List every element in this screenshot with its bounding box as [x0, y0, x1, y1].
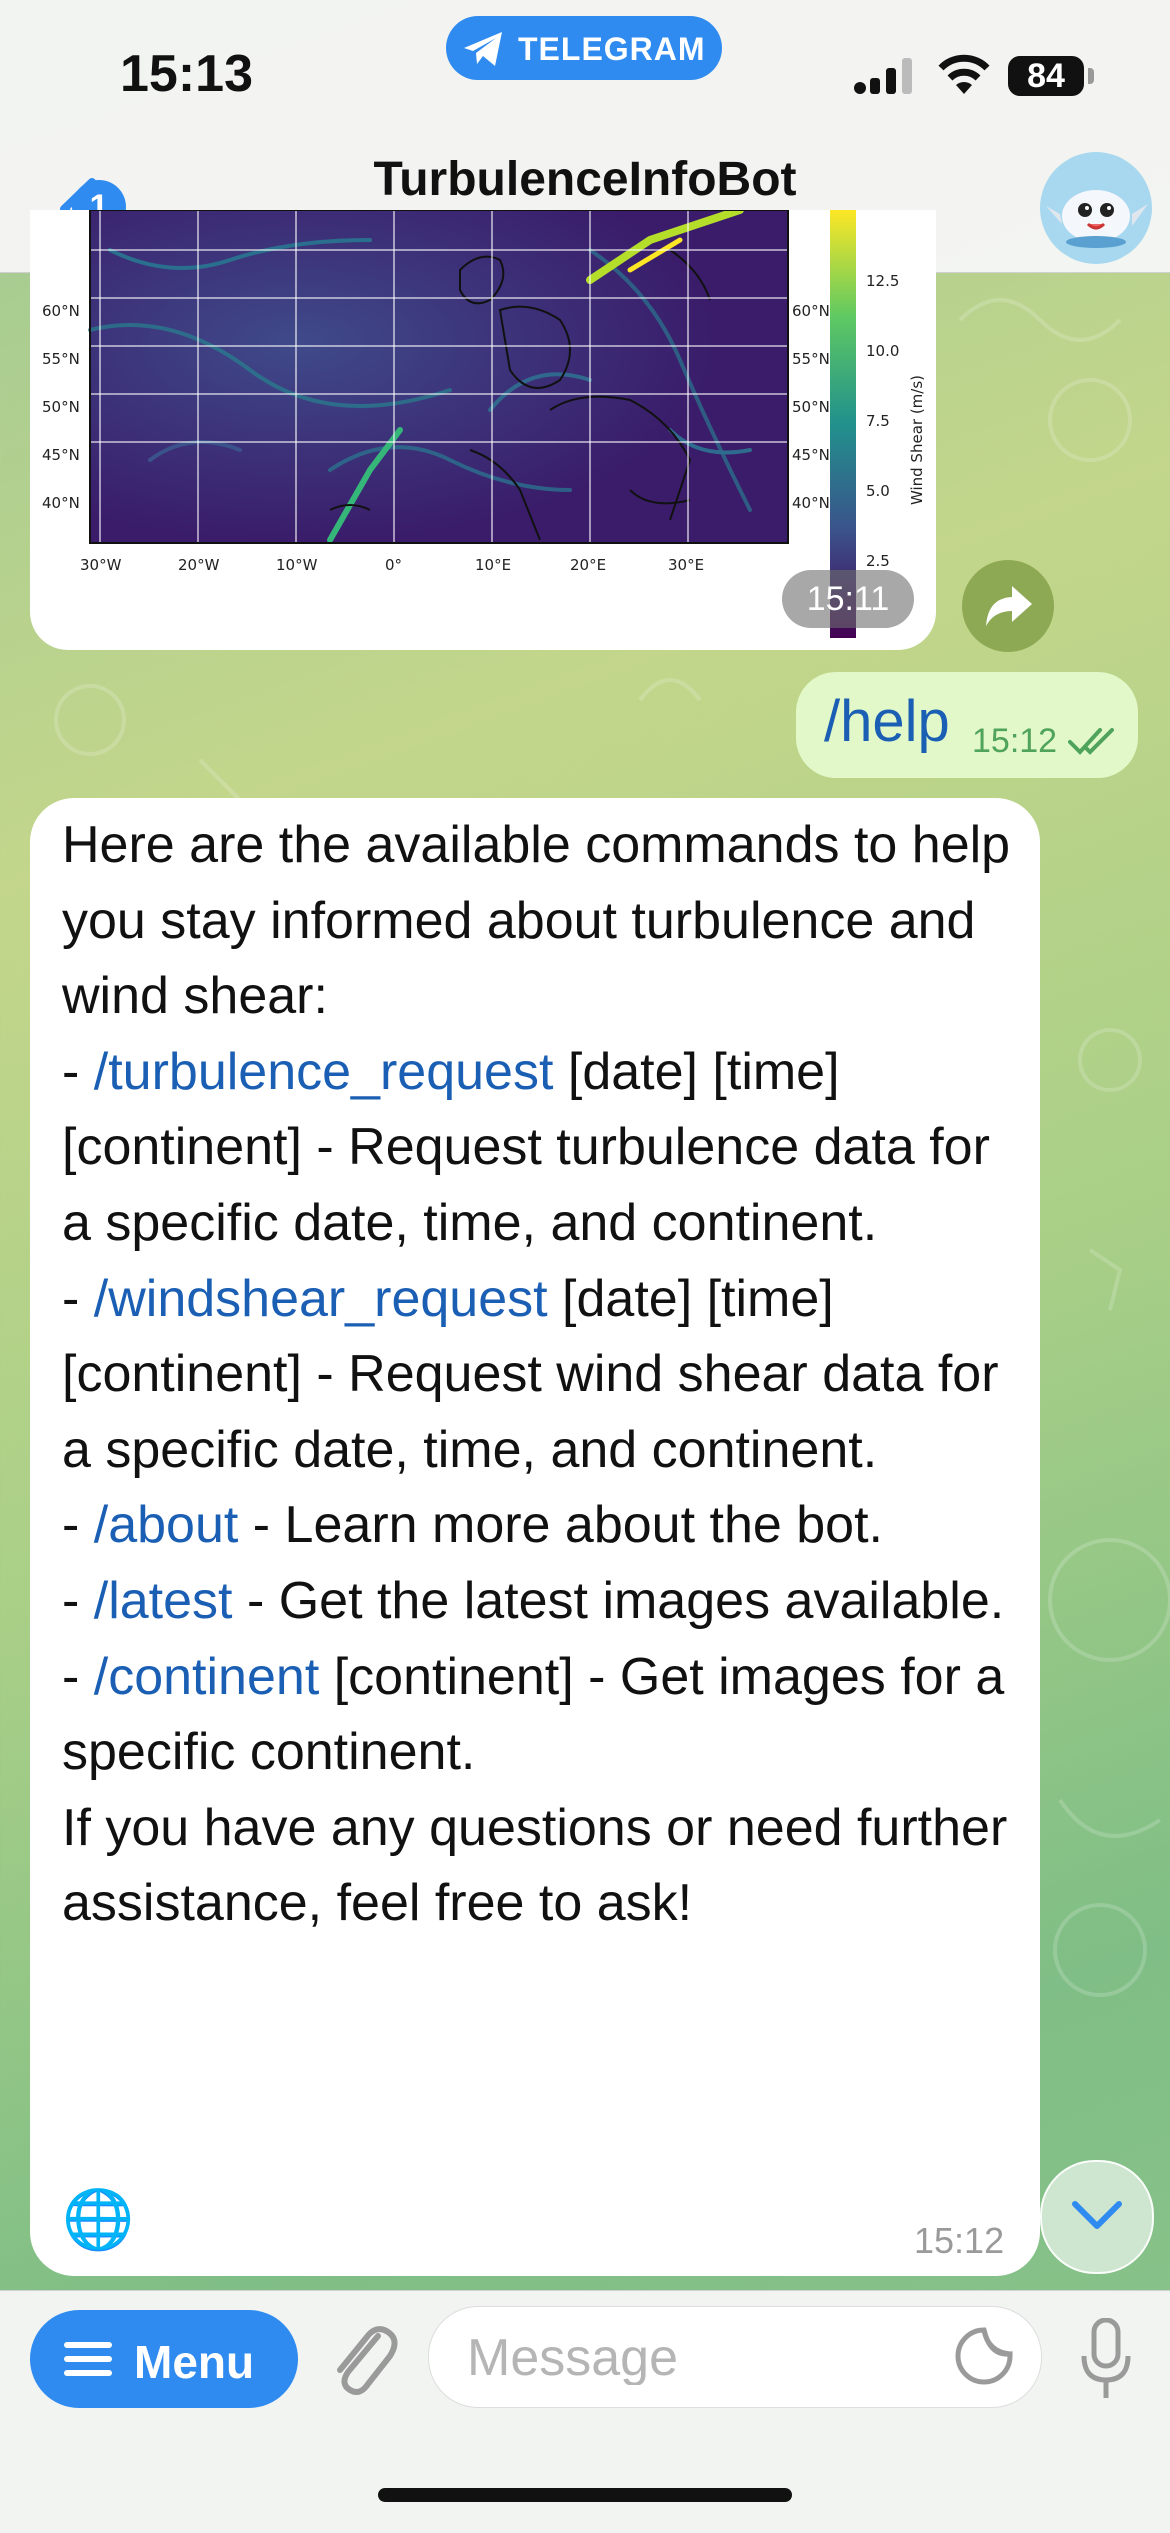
lon-label: 0°: [385, 556, 402, 574]
battery-indicator: 84: [1008, 56, 1084, 96]
outgoing-timestamp: 15:12: [972, 722, 1058, 760]
lat-label-right: 50°N: [792, 398, 830, 416]
colorbar-tick: 5.0: [866, 482, 890, 500]
incoming-timestamp: 15:12: [914, 2220, 1005, 2261]
battery-tip: [1088, 68, 1094, 84]
colorbar-tick: 7.5: [866, 412, 890, 430]
lat-label-right: 60°N: [792, 302, 830, 320]
message-field[interactable]: [428, 2306, 1042, 2408]
scroll-to-bottom-button[interactable]: [1040, 2160, 1154, 2274]
message-input[interactable]: [465, 2331, 949, 2385]
lon-label: 20°W: [178, 556, 220, 574]
telegram-return-pill[interactable]: TELEGRAM: [446, 16, 722, 80]
lat-label: 60°N: [42, 302, 80, 320]
lon-label: 10°E: [475, 556, 511, 574]
lon-label: 30°E: [668, 556, 704, 574]
home-indicator: [378, 2488, 792, 2502]
lat-label: 55°N: [42, 350, 80, 368]
outgoing-message-text[interactable]: /help: [824, 688, 950, 755]
double-check-icon: [1068, 728, 1114, 755]
bot-avatar[interactable]: [1040, 152, 1152, 264]
globe-emoji: 🌐: [62, 2187, 135, 2252]
wifi-icon: [938, 54, 990, 94]
command-link-continent[interactable]: /continent: [94, 1648, 320, 1706]
colorbar-tick: 2.5: [866, 552, 890, 570]
cellular-signal-icon: [854, 58, 912, 94]
lat-label-right: 45°N: [792, 446, 830, 464]
microphone-icon[interactable]: [1080, 2318, 1132, 2402]
menu-button[interactable]: Menu: [30, 2310, 298, 2408]
lat-label-right: 40°N: [792, 494, 830, 512]
chat-title[interactable]: TurbulenceInfoBot: [0, 152, 1170, 207]
colorbar-tick: 10.0: [866, 342, 899, 360]
lon-label: 30°W: [80, 556, 122, 574]
menu-label: Menu: [134, 2336, 255, 2388]
lon-label: 10°W: [276, 556, 318, 574]
forward-button[interactable]: [962, 560, 1054, 652]
telegram-pill-label: TELEGRAM: [518, 31, 706, 67]
colorbar-tick: 12.5: [866, 272, 899, 290]
share-arrow-icon: [986, 586, 1032, 626]
command-link-about[interactable]: /about: [94, 1496, 239, 1554]
incoming-message-text: Here are the available commands to help …: [62, 808, 1022, 1942]
command-link-turbulence_request[interactable]: /turbulence_request: [94, 1043, 554, 1101]
lat-label: 50°N: [42, 398, 80, 416]
lon-label: 20°E: [570, 556, 606, 574]
command-link-latest[interactable]: /latest: [94, 1572, 233, 1630]
telegram-plane-icon: [464, 32, 502, 66]
command-link-windshear_request[interactable]: /windshear_request: [94, 1270, 548, 1328]
chevron-down-icon: [1072, 2201, 1122, 2229]
image-timestamp: 15:11: [782, 570, 914, 628]
hamburger-icon: [64, 2342, 112, 2376]
lat-label: 40°N: [42, 494, 80, 512]
colorbar-label: Wind Shear (m/s): [908, 375, 926, 505]
lat-label-right: 55°N: [792, 350, 830, 368]
status-bar: 15:13 TELEGRAM 84: [0, 0, 1170, 150]
lat-label: 45°N: [42, 446, 80, 464]
paperclip-icon[interactable]: [326, 2318, 400, 2402]
sticker-icon[interactable]: [954, 2326, 1014, 2386]
status-time: 15:13: [120, 45, 253, 103]
